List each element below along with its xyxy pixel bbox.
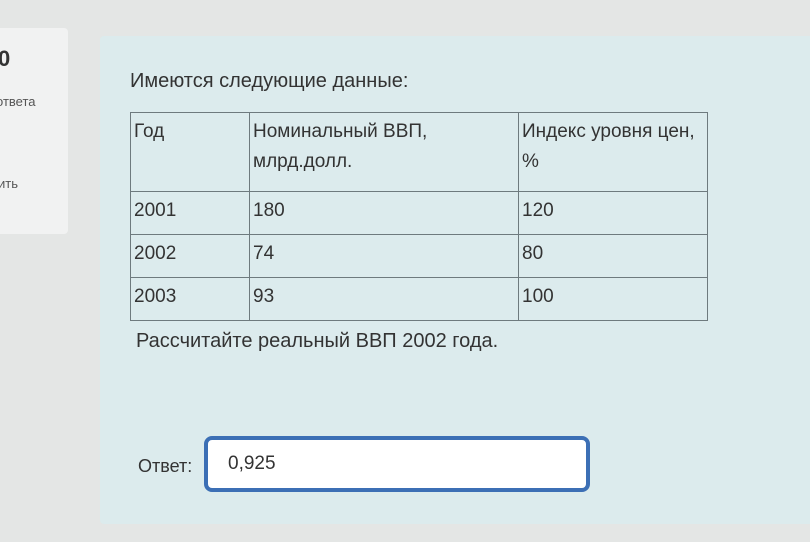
header-price-index: Индекс уровня цен, %: [518, 112, 708, 192]
header-nominal-gdp: Номинальный ВВП, млрд.долл.: [249, 112, 519, 192]
flag-question-link[interactable]: ить: [0, 176, 18, 191]
question-status: ответа: [0, 94, 36, 109]
table-row: 2002 74 80: [130, 234, 708, 278]
cell-price-index: 80: [518, 234, 708, 278]
cell-nominal-gdp: 74: [249, 234, 519, 278]
header-year: Год: [130, 112, 250, 192]
table-header-row: Год Номинальный ВВП, млрд.долл. Индекс у…: [130, 112, 708, 192]
question-instruction: Рассчитайте реальный ВВП 2002 года.: [136, 330, 499, 352]
question-content: Имеются следующие данные: Год Номинальны…: [100, 36, 810, 524]
question-lead-text: Имеются следующие данные:: [130, 70, 409, 92]
cell-nominal-gdp: 93: [249, 277, 519, 321]
question-number: 0: [0, 46, 11, 71]
cell-year: 2003: [130, 277, 250, 321]
cell-price-index: 120: [518, 191, 708, 235]
table-row: 2003 93 100: [130, 277, 708, 321]
cell-nominal-gdp: 180: [249, 191, 519, 235]
question-info-panel: 0 ответа ить: [0, 28, 68, 234]
cell-price-index: 100: [518, 277, 708, 321]
answer-label: Ответ:: [138, 456, 193, 476]
data-table: Год Номинальный ВВП, млрд.долл. Индекс у…: [130, 112, 708, 321]
cell-year: 2001: [130, 191, 250, 235]
answer-input[interactable]: [204, 436, 590, 492]
cell-year: 2002: [130, 234, 250, 278]
table-row: 2001 180 120: [130, 191, 708, 235]
